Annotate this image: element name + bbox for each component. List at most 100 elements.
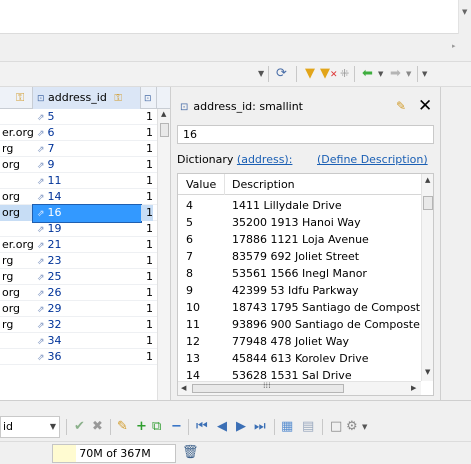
table-row[interactable]: rg ⇗ 25 1 <box>0 269 170 286</box>
dictionary-row-item[interactable]: 11 93896 900 Santiago de Composte <box>178 316 421 333</box>
address-id-cell[interactable]: ⇗ 21 <box>33 237 141 254</box>
table-cell[interactable]: org <box>0 189 33 205</box>
first-page-icon[interactable]: ⏮ <box>196 419 208 435</box>
table-row[interactable]: org ⇗ 14 1 <box>0 189 170 206</box>
column-select[interactable]: id ▼ <box>0 416 60 438</box>
foreign-key-link-icon[interactable]: ⇗ <box>37 145 45 155</box>
table-row[interactable]: er.org ⇗ 6 1 <box>0 125 170 141</box>
column-header-email[interactable]: ⚿ <box>0 87 33 109</box>
column-header-address-id[interactable]: ⊡ address_id ⚿ <box>33 87 141 109</box>
foreign-key-link-icon[interactable]: ⇗ <box>37 273 45 283</box>
table-cell[interactable]: 1 <box>141 157 153 173</box>
table-cell[interactable]: 1 <box>141 317 153 333</box>
foreign-key-link-icon[interactable]: ⇗ <box>37 241 45 251</box>
foreign-key-link-icon[interactable]: ⇗ <box>37 209 45 219</box>
table-row[interactable]: rg ⇗ 7 1 <box>0 141 170 157</box>
address-id-cell[interactable]: ⇗ 19 <box>33 221 141 238</box>
table-cell[interactable]: 1 <box>141 253 153 269</box>
table-row[interactable]: org ⇗ 9 1 <box>0 157 170 174</box>
delete-row-icon[interactable]: − <box>171 419 182 435</box>
editor-vertical-scrollbar[interactable]: ▼ <box>458 0 471 34</box>
dictionary-row-item[interactable]: 13 45844 613 Korolev Drive <box>178 350 421 367</box>
dictionary-row-item[interactable]: 5 35200 1913 Hanoi Way <box>178 214 421 231</box>
foreign-key-link-icon[interactable]: ⇗ <box>37 193 45 203</box>
foreign-key-link-icon[interactable]: ⇗ <box>37 289 45 299</box>
scroll-right-icon[interactable]: ▸ <box>452 42 456 50</box>
filter-icon[interactable]: ▼ <box>305 66 315 82</box>
foreign-key-link-icon[interactable]: ⇗ <box>37 353 45 363</box>
foreign-key-link-icon[interactable]: ⇗ <box>37 161 45 171</box>
gear-icon[interactable]: ⚙ <box>346 419 358 435</box>
table-cell[interactable]: 1 <box>141 125 153 141</box>
table-cell[interactable]: org <box>0 157 33 173</box>
foreign-key-link-icon[interactable]: ⇗ <box>37 177 45 187</box>
forward-icon[interactable]: ➡ <box>390 66 401 82</box>
address-id-cell[interactable]: ⇗ 14 <box>33 189 141 206</box>
dictionary-horizontal-scrollbar[interactable]: ◀ ⁞⁞⁞ ▶ <box>178 381 421 395</box>
back-icon[interactable]: ⬅ <box>362 66 373 82</box>
address-id-cell[interactable]: ⇗ 5 <box>33 109 141 126</box>
panels-icon[interactable]: □ <box>330 419 342 435</box>
previous-page-icon[interactable]: ◀ <box>217 419 227 435</box>
address-id-cell[interactable]: ⇗ 29 <box>33 301 141 318</box>
scroll-right-icon[interactable]: ▶ <box>411 384 416 392</box>
table-cell[interactable]: org <box>0 285 33 301</box>
scroll-down-icon[interactable]: ▼ <box>462 8 467 16</box>
copy-row-icon[interactable]: ⧉ <box>152 419 161 435</box>
table-cell[interactable]: er.org <box>0 237 33 253</box>
value-field[interactable]: 16 <box>177 125 434 144</box>
scroll-up-icon[interactable]: ▲ <box>161 110 166 118</box>
table-cell[interactable]: 1 <box>141 333 153 349</box>
dictionary-row-item[interactable]: 4 1411 Lillydale Drive <box>178 197 421 214</box>
dictionary-header-value[interactable]: Value <box>186 178 216 191</box>
table-row[interactable]: rg ⇗ 32 1 <box>0 317 170 334</box>
forward-dropdown-icon[interactable]: ▼ <box>406 66 411 82</box>
refresh-icon[interactable]: ⟳ <box>276 66 287 82</box>
table-row[interactable]: org ⇗ 26 1 <box>0 285 170 302</box>
scrollbar-thumb[interactable] <box>160 123 169 137</box>
table-cell[interactable]: org <box>0 205 33 221</box>
table-cell[interactable]: rg <box>0 253 33 269</box>
table-row[interactable]: ⇗ 34 1 <box>0 333 170 350</box>
table-cell[interactable]: 1 <box>141 109 153 125</box>
scroll-down-icon[interactable]: ▼ <box>425 368 430 376</box>
address-id-cell[interactable]: ⇗ 34 <box>33 333 141 350</box>
table-cell[interactable]: 1 <box>141 237 153 253</box>
address-id-cell[interactable]: ⇗ 26 <box>33 285 141 302</box>
foreign-key-link-icon[interactable]: ⇗ <box>37 225 45 235</box>
scrollbar-thumb[interactable] <box>423 196 433 210</box>
table-row[interactable]: org ⇗ 16 1 <box>0 204 170 223</box>
add-row-icon[interactable]: + <box>136 419 147 435</box>
grid-view-icon[interactable]: ▦ <box>281 419 293 435</box>
table-cell[interactable]: rg <box>0 317 33 333</box>
scrollbar-thumb[interactable]: ⁞⁞⁞ <box>192 381 344 393</box>
table-cell[interactable]: 1 <box>141 173 153 189</box>
table-row[interactable]: org ⇗ 29 1 <box>0 301 170 318</box>
table-row[interactable]: ⇗ 19 1 <box>0 221 170 238</box>
table-cell[interactable]: 1 <box>141 349 153 365</box>
table-cell[interactable]: 1 <box>141 189 153 205</box>
scroll-up-icon[interactable]: ▲ <box>425 176 430 184</box>
address-id-cell[interactable]: ⇗ 25 <box>33 269 141 286</box>
address-id-cell[interactable]: ⇗ 36 <box>33 349 141 366</box>
table-row[interactable]: rg ⇗ 23 1 <box>0 253 170 269</box>
address-id-cell[interactable]: ⇗ 9 <box>33 157 141 174</box>
address-id-cell[interactable]: ⇗ 32 <box>33 317 141 334</box>
table-cell[interactable]: 1 <box>141 301 153 317</box>
table-cell[interactable]: 1 <box>141 205 153 221</box>
table-row[interactable]: er.org ⇗ 21 1 <box>0 237 170 254</box>
save-changes-icon[interactable]: ✔ <box>74 419 85 435</box>
foreign-key-link-icon[interactable]: ⇗ <box>37 337 45 347</box>
back-dropdown-icon[interactable]: ▼ <box>378 66 383 82</box>
address-id-cell[interactable]: ⇗ 11 <box>33 173 141 190</box>
table-cell[interactable]: org <box>0 301 33 317</box>
dictionary-vertical-scrollbar[interactable]: ▲ ▼ <box>421 174 433 381</box>
define-description-link[interactable]: (Define Description) <box>317 152 428 168</box>
foreign-key-link-icon[interactable]: ⇗ <box>37 257 45 267</box>
address-id-cell[interactable]: ⇗ 16 <box>32 204 142 223</box>
foreign-key-link-icon[interactable]: ⇗ <box>37 305 45 315</box>
dictionary-row-item[interactable]: 10 18743 1795 Santiago de Compost <box>178 299 421 316</box>
last-page-icon[interactable]: ⏭ <box>254 419 266 435</box>
dictionary-row-item[interactable]: 9 42399 53 Idfu Parkway <box>178 282 421 299</box>
table-cell[interactable]: rg <box>0 269 33 285</box>
